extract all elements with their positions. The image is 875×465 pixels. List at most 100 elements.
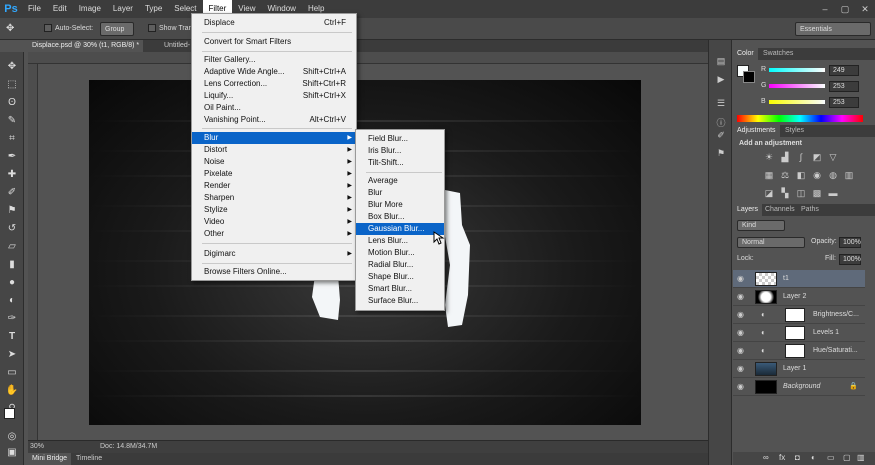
- menu-item-distort[interactable]: Distort ▶: [192, 144, 356, 156]
- menu-item-field-blur[interactable]: Field Blur...: [356, 133, 444, 145]
- tab-layers[interactable]: Layers: [733, 204, 763, 216]
- lasso-tool-icon[interactable]: ʘ: [4, 96, 20, 110]
- properties-icon[interactable]: ☰: [714, 98, 728, 110]
- fill-value[interactable]: 100%: [839, 254, 861, 265]
- gradient-map-icon[interactable]: ▬: [827, 188, 839, 199]
- group-dropdown[interactable]: Group: [100, 22, 134, 36]
- eye-icon[interactable]: ◉: [737, 288, 747, 306]
- menu-item-lens-blur[interactable]: Lens Blur...: [356, 235, 444, 247]
- trash-icon[interactable]: ▥: [857, 453, 865, 462]
- close-button[interactable]: ✕: [855, 0, 875, 18]
- eye-icon[interactable]: ◉: [737, 324, 747, 342]
- dodge-tool-icon[interactable]: ◐: [4, 294, 20, 308]
- new-adjustment-icon[interactable]: ◐: [811, 453, 816, 462]
- rectangle-tool-icon[interactable]: ▭: [4, 366, 20, 380]
- path-select-icon[interactable]: ➤: [4, 348, 20, 362]
- black-white-icon[interactable]: ◧: [795, 170, 807, 181]
- eyedropper-tool-icon[interactable]: ✒: [4, 150, 20, 164]
- gradient-tool-icon[interactable]: ▮: [4, 258, 20, 272]
- eye-icon[interactable]: ◉: [737, 306, 747, 324]
- clone-source-icon[interactable]: ⚑: [714, 148, 728, 160]
- blur-tool-icon[interactable]: ●: [4, 276, 20, 290]
- pen-tool-icon[interactable]: ✑: [4, 312, 20, 326]
- menu-file[interactable]: File: [22, 0, 47, 18]
- curves-icon[interactable]: ∫: [795, 152, 807, 163]
- menu-item-oil-paint[interactable]: Oil Paint...: [192, 102, 356, 114]
- color-lookup-icon[interactable]: ▥: [843, 170, 855, 181]
- minimize-button[interactable]: –: [815, 0, 835, 18]
- posterize-icon[interactable]: ▚: [779, 188, 791, 199]
- menu-item-vanishing-point[interactable]: Vanishing Point... Alt+Ctrl+V: [192, 114, 356, 126]
- photo-filter-icon[interactable]: ◉: [811, 170, 823, 181]
- layer-row-t1[interactable]: ◉ t1: [733, 270, 865, 288]
- b-slider[interactable]: [769, 100, 825, 104]
- quick-mask-icon[interactable]: ◎: [4, 430, 20, 444]
- move-tool-icon[interactable]: ✥: [6, 22, 14, 36]
- threshold-icon[interactable]: ◫: [795, 188, 807, 199]
- auto-select-checkbox[interactable]: Auto-Select:: [44, 22, 93, 36]
- layer-row-brightness[interactable]: ◉ ◐ Brightness/C...: [733, 306, 865, 324]
- menu-item-smart-blur[interactable]: Smart Blur...: [356, 283, 444, 295]
- eraser-tool-icon[interactable]: ▱: [4, 240, 20, 254]
- menu-item-adaptive-wide-angle[interactable]: Adaptive Wide Angle... Shift+Ctrl+A: [192, 66, 356, 78]
- tab-timeline[interactable]: Timeline: [72, 453, 106, 465]
- menu-type[interactable]: Type: [139, 0, 168, 18]
- fx-icon[interactable]: fx: [779, 453, 785, 462]
- eye-icon[interactable]: ◉: [737, 270, 747, 288]
- menu-item-filter-gallery[interactable]: Filter Gallery...: [192, 54, 356, 66]
- menu-item-average[interactable]: Average: [356, 175, 444, 187]
- show-transform-checkbox[interactable]: Show Tran: [148, 22, 192, 36]
- foreground-color-swatch[interactable]: [4, 408, 15, 419]
- menu-item-sharpen[interactable]: Sharpen ▶: [192, 192, 356, 204]
- g-value[interactable]: 253: [829, 81, 859, 92]
- menu-item-convert-smart-filters[interactable]: Convert for Smart Filters: [192, 36, 356, 48]
- menu-item-iris-blur[interactable]: Iris Blur...: [356, 145, 444, 157]
- color-balance-icon[interactable]: ⚖: [779, 170, 791, 181]
- brush-panel-icon[interactable]: ✐: [714, 130, 728, 142]
- crop-tool-icon[interactable]: ⌗: [4, 132, 20, 146]
- menu-item-lens-correction[interactable]: Lens Correction... Shift+Ctrl+R: [192, 78, 356, 90]
- menu-item-blur[interactable]: Blur ▶: [192, 132, 356, 144]
- stamp-tool-icon[interactable]: ⚑: [4, 204, 20, 218]
- tab-swatches[interactable]: Swatches: [759, 48, 797, 60]
- hue-saturation-icon[interactable]: ▦: [763, 170, 775, 181]
- exposure-icon[interactable]: ◩: [811, 152, 823, 163]
- menu-item-motion-blur[interactable]: Motion Blur...: [356, 247, 444, 259]
- color-spectrum[interactable]: [737, 115, 863, 122]
- menu-item-blur-more[interactable]: Blur More: [356, 199, 444, 211]
- eye-icon[interactable]: ◉: [737, 360, 747, 378]
- new-layer-icon[interactable]: ▢: [843, 453, 851, 462]
- vibrance-icon[interactable]: ▽: [827, 152, 839, 163]
- b-value[interactable]: 253: [829, 97, 859, 108]
- r-value[interactable]: 249: [829, 65, 859, 76]
- history-brush-icon[interactable]: ↺: [4, 222, 20, 236]
- tab-mini-bridge[interactable]: Mini Bridge: [28, 453, 72, 465]
- g-slider[interactable]: [769, 84, 825, 88]
- type-tool-icon[interactable]: T: [4, 330, 20, 344]
- tab-styles[interactable]: Styles: [781, 125, 808, 137]
- tab-adjustments[interactable]: Adjustments: [733, 125, 780, 137]
- tab-untitled[interactable]: Untitled-: [160, 40, 194, 52]
- mask-icon[interactable]: ◘: [795, 453, 800, 462]
- selective-color-icon[interactable]: ▩: [811, 188, 823, 199]
- menu-image[interactable]: Image: [73, 0, 107, 18]
- menu-item-digimarc[interactable]: Digimarc ▶: [192, 248, 356, 260]
- eye-icon[interactable]: ◉: [737, 342, 747, 360]
- menu-item-pixelate[interactable]: Pixelate ▶: [192, 168, 356, 180]
- workspace-dropdown[interactable]: Essentials: [795, 22, 871, 36]
- tab-color[interactable]: Color: [733, 48, 758, 60]
- menu-item-render[interactable]: Render ▶: [192, 180, 356, 192]
- folder-icon[interactable]: ▭: [827, 453, 835, 462]
- channel-mixer-icon[interactable]: ◍: [827, 170, 839, 181]
- menu-item-gaussian-blur[interactable]: Gaussian Blur...: [356, 223, 444, 235]
- blend-mode-dropdown[interactable]: Normal: [737, 237, 805, 248]
- layer-row-hue[interactable]: ◉ ◐ Hue/Saturati...: [733, 342, 865, 360]
- maximize-button[interactable]: ▢: [835, 0, 855, 18]
- invert-icon[interactable]: ◪: [763, 188, 775, 199]
- menu-item-box-blur[interactable]: Box Blur...: [356, 211, 444, 223]
- marquee-tool-icon[interactable]: ⬚: [4, 78, 20, 92]
- quick-select-tool-icon[interactable]: ✎: [4, 114, 20, 128]
- menu-item-displace[interactable]: Displace Ctrl+F: [192, 17, 356, 29]
- bg-color-swatch[interactable]: [743, 71, 755, 83]
- history-icon[interactable]: ▤: [714, 56, 728, 68]
